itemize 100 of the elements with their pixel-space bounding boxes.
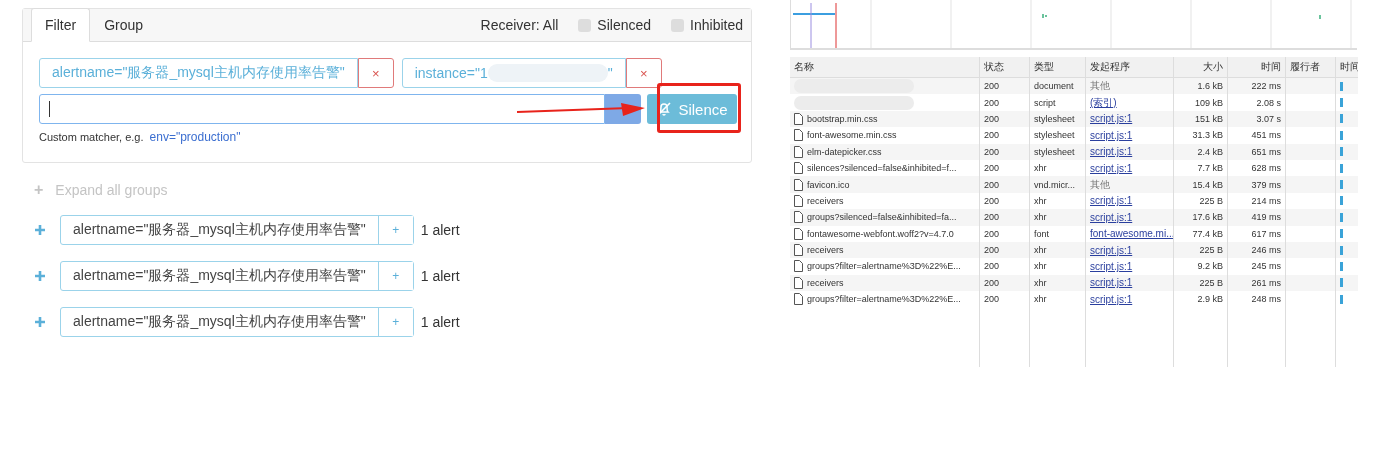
- resource-type: stylesheet: [1034, 113, 1075, 124]
- group-label: alertname="服务器_mysql主机内存使用率告警": [61, 308, 379, 336]
- status-code: 200: [984, 195, 1000, 206]
- checkbox[interactable]: [671, 18, 685, 32]
- receiver-dropdown[interactable]: Receiver: All: [480, 17, 559, 33]
- time-value: 379 ms: [1251, 179, 1281, 190]
- plus-icon: [34, 270, 46, 282]
- checkbox-label: Inhibited: [690, 17, 743, 33]
- initiator-link[interactable]: script.js:1: [1090, 113, 1133, 125]
- initiator-link[interactable]: script.js:1: [1090, 261, 1133, 272]
- group-label: alertname="服务器_mysql主机内存使用率告警": [61, 216, 379, 244]
- waterfall-bar: [1340, 294, 1343, 304]
- initiator-link[interactable]: (索引): [1090, 95, 1117, 110]
- time-value: 222 ms: [1251, 81, 1281, 92]
- resource-type: xhr: [1034, 277, 1047, 288]
- file-name[interactable]: groups?filter=alertname%3D%22%E...: [807, 294, 961, 305]
- waterfall-bar: [1340, 212, 1343, 222]
- file-name[interactable]: groups?silenced=false&inhibited=fa...: [807, 212, 957, 223]
- size-value: 2.4 kB: [1197, 146, 1223, 157]
- size-value: 77.4 kB: [1192, 228, 1223, 239]
- waterfall-bar: [1340, 81, 1343, 91]
- time-value: 248 ms: [1251, 294, 1281, 305]
- example-link[interactable]: env="production": [149, 130, 241, 144]
- remove-button[interactable]: ×: [625, 58, 662, 88]
- matcher-text: alertname="服务器_mysql主机内存使用率告警": [52, 64, 345, 82]
- column-header[interactable]: 履行者: [1286, 57, 1336, 77]
- file-name[interactable]: fontawesome-webfont.woff2?v=4.7.0: [807, 228, 954, 239]
- file-name[interactable]: receivers: [807, 277, 844, 288]
- initiator-link[interactable]: script.js:1: [1090, 162, 1133, 174]
- file-name[interactable]: font-awesome.min.css: [807, 130, 897, 141]
- status-code: 200: [984, 294, 1000, 305]
- file-icon: [794, 227, 803, 240]
- size-value: 31.3 kB: [1192, 130, 1223, 141]
- size-value: 7.7 kB: [1197, 163, 1223, 174]
- size-value: 15.4 kB: [1192, 179, 1223, 190]
- file-icon: [794, 162, 803, 175]
- initiator-link[interactable]: script.js:1: [1090, 293, 1133, 305]
- alert-count: 1 alert: [420, 314, 460, 330]
- status-code: 200: [984, 113, 1000, 124]
- size-value: 1.6 kB: [1197, 81, 1223, 92]
- size-value: 151 kB: [1194, 113, 1223, 124]
- initiator-link[interactable]: script.js:1: [1090, 195, 1133, 207]
- status-code: 200: [984, 146, 1000, 157]
- column-header[interactable]: 大小: [1174, 57, 1228, 77]
- column-header[interactable]: 发起程序: [1086, 57, 1174, 77]
- status-code: 200: [984, 81, 1000, 92]
- resource-type: stylesheet: [1034, 146, 1075, 157]
- plus-icon: [34, 224, 46, 236]
- tab[interactable]: Filter: [31, 8, 91, 42]
- checkbox[interactable]: [578, 18, 592, 32]
- size-value: 17.6 kB: [1192, 212, 1223, 223]
- tab[interactable]: Group: [90, 8, 158, 42]
- initiator-text: 其他: [1090, 79, 1110, 94]
- resource-type: xhr: [1034, 195, 1047, 206]
- file-name[interactable]: receivers: [807, 245, 844, 256]
- column-header[interactable]: 名称: [790, 57, 980, 77]
- status-code: 200: [984, 179, 1000, 190]
- waterfall-bar: [1340, 114, 1343, 124]
- plus-icon: [34, 316, 46, 328]
- alert-count: 1 alert: [420, 268, 460, 284]
- resource-type: font: [1034, 228, 1049, 239]
- time-value: 3.07 s: [1256, 113, 1281, 124]
- column-header[interactable]: 状态: [980, 57, 1030, 77]
- status-code: 200: [984, 261, 1000, 272]
- resource-type: stylesheet: [1034, 130, 1075, 141]
- column-header[interactable]: 类型: [1030, 57, 1086, 77]
- time-value: 245 ms: [1251, 261, 1281, 272]
- text-cursor: [49, 101, 50, 117]
- initiator-link[interactable]: script.js:1: [1090, 129, 1133, 141]
- file-name[interactable]: groups?filter=alertname%3D%22%E...: [807, 261, 961, 272]
- status-code: 200: [984, 277, 1000, 288]
- waterfall-bar: [1340, 229, 1343, 239]
- waterfall-bar: [1340, 180, 1343, 190]
- time-value: 451 ms: [1251, 130, 1281, 141]
- file-icon: [794, 260, 803, 273]
- initiator-link[interactable]: script.js:1: [1090, 244, 1133, 256]
- status-code: 200: [984, 228, 1000, 239]
- initiator-link[interactable]: script.js:1: [1090, 146, 1133, 158]
- column-header[interactable]: 时间: [1228, 57, 1286, 77]
- size-value: 225 B: [1199, 195, 1223, 206]
- file-name[interactable]: elm-datepicker.css: [807, 146, 882, 157]
- time-value: 2.08 s: [1256, 97, 1281, 108]
- status-code: 200: [984, 212, 1000, 223]
- size-value: 9.2 kB: [1197, 261, 1223, 272]
- file-name[interactable]: bootstrap.min.css: [807, 113, 878, 124]
- file-name[interactable]: receivers: [807, 195, 844, 206]
- resource-type: vnd.micr...: [1034, 179, 1075, 190]
- remove-button[interactable]: ×: [357, 58, 394, 88]
- hint-text: Custom matcher, e.g.: [39, 131, 144, 143]
- matcher-input[interactable]: [39, 94, 605, 124]
- initiator-link[interactable]: script.js:1: [1090, 277, 1133, 289]
- time-value: 617 ms: [1251, 228, 1281, 239]
- initiator-link[interactable]: script.js:1: [1090, 211, 1133, 223]
- file-name[interactable]: silences?silenced=false&inhibited=f...: [807, 163, 957, 174]
- resource-type: xhr: [1034, 261, 1047, 272]
- group-label: alertname="服务器_mysql主机内存使用率告警": [61, 262, 379, 290]
- plus-icon: +: [34, 181, 44, 199]
- initiator-link[interactable]: font-awesome.mi...: [1090, 228, 1173, 240]
- file-name[interactable]: favicon.ico: [807, 179, 850, 190]
- waterfall-bar: [1340, 98, 1343, 108]
